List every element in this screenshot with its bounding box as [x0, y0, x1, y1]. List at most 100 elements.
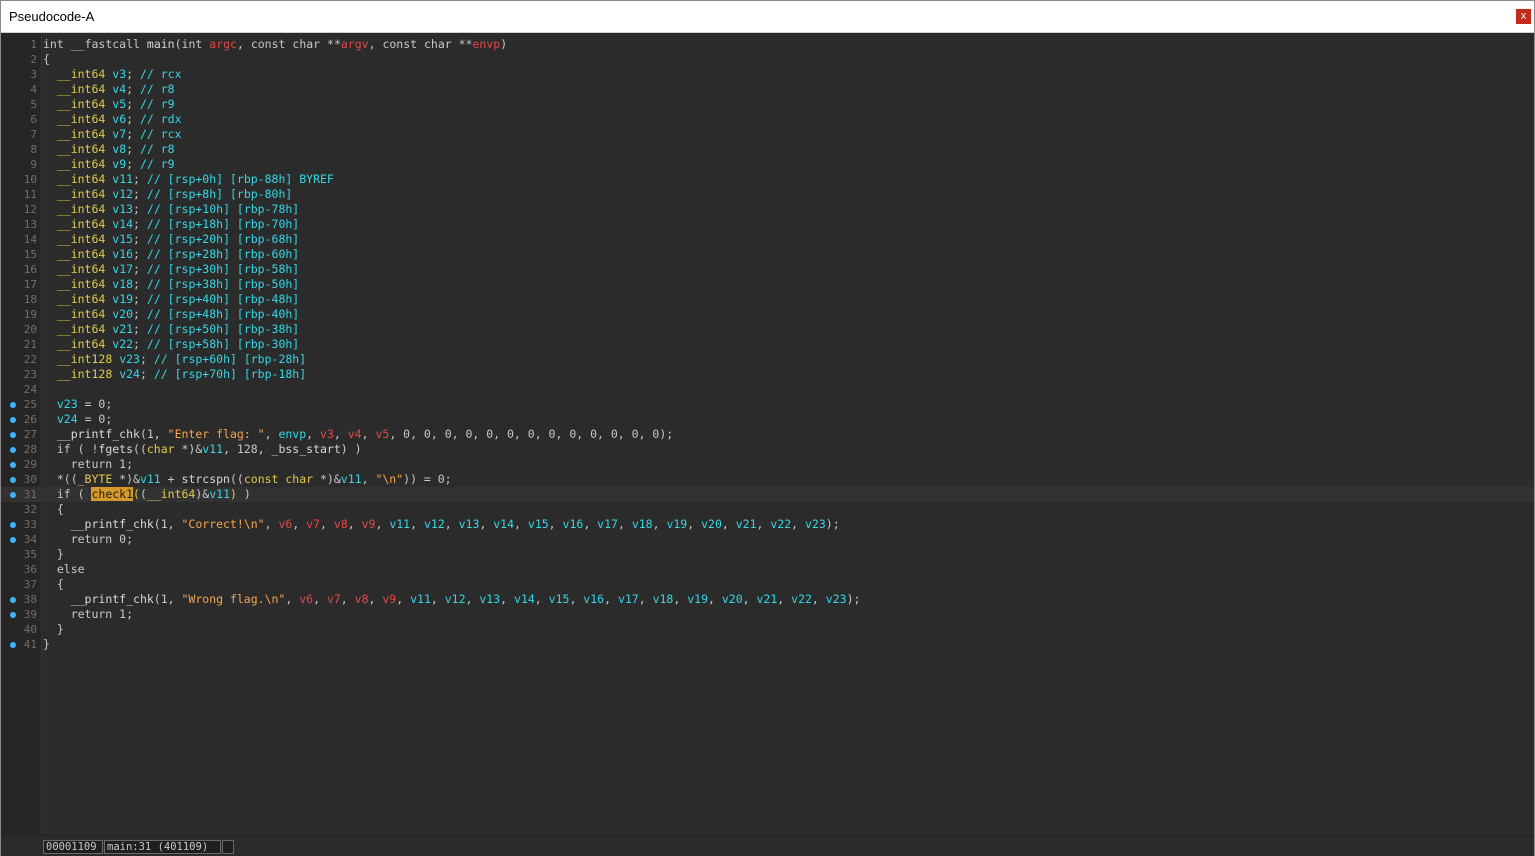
code-token[interactable]: __int64	[57, 67, 105, 81]
line-source[interactable]: __int64 v15; // [rsp+20h] [rbp-68h]	[43, 232, 299, 247]
code-token[interactable]: const	[251, 37, 286, 51]
code-token[interactable]: __printf_chk	[71, 517, 154, 531]
code-token[interactable]: v21	[736, 517, 757, 531]
code-token[interactable]: // [rsp+58h] [rbp-30h]	[147, 337, 299, 351]
code-token[interactable]: // rdx	[140, 112, 182, 126]
code-token[interactable]: __int64	[57, 172, 105, 186]
line-source[interactable]: __int64 v18; // [rsp+38h] [rbp-50h]	[43, 277, 299, 292]
code-token[interactable]: v20	[112, 307, 133, 321]
line-source[interactable]: __int64 v3; // rcx	[43, 67, 182, 82]
code-line[interactable]: 23 __int128 v24; // [rsp+70h] [rbp-18h]	[1, 367, 1534, 382]
code-line[interactable]: 24	[1, 382, 1534, 397]
code-token[interactable]: v20	[722, 592, 743, 606]
code-token[interactable]: fgets	[98, 442, 133, 456]
code-line[interactable]: 36 else	[1, 562, 1534, 577]
code-token[interactable]: // rcx	[140, 67, 182, 81]
code-line[interactable]: 27 __printf_chk(1, "Enter flag: ", envp,…	[1, 427, 1534, 442]
code-token[interactable]: // [rsp+20h] [rbp-68h]	[147, 232, 299, 246]
line-source[interactable]: __int64 v20; // [rsp+48h] [rbp-40h]	[43, 307, 299, 322]
code-token[interactable]: v5	[375, 427, 389, 441]
code-token[interactable]: v20	[701, 517, 722, 531]
code-line[interactable]: 33 __printf_chk(1, "Correct!\n", v6, v7,…	[1, 517, 1534, 532]
line-source[interactable]: if ( check1((__int64)&v11) )	[43, 487, 251, 502]
code-line[interactable]: 11 __int64 v12; // [rsp+8h] [rbp-80h]	[1, 187, 1534, 202]
code-line[interactable]: 7 __int64 v7; // rcx	[1, 127, 1534, 142]
title-bar[interactable]: Pseudocode-A x	[1, 1, 1534, 33]
code-line[interactable]: 14 __int64 v15; // [rsp+20h] [rbp-68h]	[1, 232, 1534, 247]
code-token[interactable]: __int64	[57, 97, 105, 111]
code-line[interactable]: 35 }	[1, 547, 1534, 562]
code-token[interactable]: // r8	[140, 142, 175, 156]
code-line[interactable]: 16 __int64 v17; // [rsp+30h] [rbp-58h]	[1, 262, 1534, 277]
breakpoint-dot-icon[interactable]	[10, 492, 16, 498]
line-source[interactable]: {	[43, 502, 64, 517]
code-token[interactable]: // r9	[140, 97, 175, 111]
breakpoint-dot-icon[interactable]	[10, 417, 16, 423]
code-token[interactable]: v18	[632, 517, 653, 531]
code-token[interactable]: v22	[770, 517, 791, 531]
code-line[interactable]: 4 __int64 v4; // r8	[1, 82, 1534, 97]
code-token[interactable]: const	[382, 37, 417, 51]
code-token[interactable]: v19	[687, 592, 708, 606]
code-token[interactable]: // [rsp+0h] [rbp-88h] BYREF	[147, 172, 334, 186]
line-source[interactable]: {	[43, 577, 64, 592]
code-token[interactable]: // [rsp+70h] [rbp-18h]	[154, 367, 306, 381]
code-token[interactable]: v24	[57, 412, 78, 426]
code-token[interactable]: __int64	[57, 127, 105, 141]
code-line[interactable]: 26 v24 = 0;	[1, 412, 1534, 427]
code-token[interactable]: v6	[112, 112, 126, 126]
code-token[interactable]: __int64	[57, 187, 105, 201]
breakpoint-dot-icon[interactable]	[10, 522, 16, 528]
code-token[interactable]: char	[147, 442, 175, 456]
line-source[interactable]: __int64 v8; // r8	[43, 142, 175, 157]
code-token[interactable]: v9	[382, 592, 396, 606]
code-token[interactable]: v9	[362, 517, 376, 531]
breakpoint-dot-icon[interactable]	[10, 642, 16, 648]
line-source[interactable]: return 1;	[43, 607, 133, 622]
line-source[interactable]: return 0;	[43, 532, 133, 547]
code-token[interactable]: v11	[140, 472, 161, 486]
code-token[interactable]: __printf_chk	[57, 427, 140, 441]
code-token[interactable]: v11	[202, 442, 223, 456]
line-source[interactable]: __int64 v22; // [rsp+58h] [rbp-30h]	[43, 337, 299, 352]
code-token[interactable]: v23	[119, 352, 140, 366]
line-source[interactable]: __int64 v14; // [rsp+18h] [rbp-70h]	[43, 217, 299, 232]
code-token[interactable]: __int64	[57, 322, 105, 336]
code-line[interactable]: 39 return 1;	[1, 607, 1534, 622]
code-token[interactable]: v21	[112, 322, 133, 336]
breakpoint-dot-icon[interactable]	[10, 432, 16, 438]
breakpoint-dot-icon[interactable]	[10, 537, 16, 543]
code-token[interactable]: v14	[493, 517, 514, 531]
code-token[interactable]: "Enter flag: "	[168, 427, 265, 441]
code-token[interactable]: v8	[334, 517, 348, 531]
line-source[interactable]: v24 = 0;	[43, 412, 112, 427]
code-token[interactable]: v23	[57, 397, 78, 411]
code-token[interactable]: __int64	[57, 217, 105, 231]
code-line[interactable]: 1 int __fastcall main(int argc, const cha…	[1, 37, 1534, 52]
code-line[interactable]: 15 __int64 v16; // [rsp+28h] [rbp-60h]	[1, 247, 1534, 262]
code-line[interactable]: 30 *((_BYTE *)&v11 + strcspn((const char…	[1, 472, 1534, 487]
code-token[interactable]: v16	[563, 517, 584, 531]
code-token[interactable]: v22	[112, 337, 133, 351]
code-token[interactable]: v14	[112, 217, 133, 231]
code-token[interactable]: envp	[472, 37, 500, 51]
line-source[interactable]: }	[43, 547, 64, 562]
code-token[interactable]: v19	[112, 292, 133, 306]
breakpoint-dot-icon[interactable]	[10, 447, 16, 453]
code-line[interactable]: 6 __int64 v6; // rdx	[1, 112, 1534, 127]
line-source[interactable]: __int64 v16; // [rsp+28h] [rbp-60h]	[43, 247, 299, 262]
code-token[interactable]: v23	[805, 517, 826, 531]
code-token[interactable]: _bss_start	[272, 442, 341, 456]
code-token[interactable]: v12	[424, 517, 445, 531]
highlighted-identifier[interactable]: check1	[91, 487, 134, 501]
code-token[interactable]: __int64	[57, 232, 105, 246]
line-source[interactable]: {	[43, 52, 50, 67]
code-token[interactable]: __int64	[57, 202, 105, 216]
code-token[interactable]: envp	[278, 427, 306, 441]
line-source[interactable]: __printf_chk(1, "Enter flag: ", envp, v3…	[43, 427, 673, 442]
line-source[interactable]: __int64 v21; // [rsp+50h] [rbp-38h]	[43, 322, 299, 337]
line-source[interactable]: __int64 v19; // [rsp+40h] [rbp-48h]	[43, 292, 299, 307]
code-line[interactable]: 12 __int64 v13; // [rsp+10h] [rbp-78h]	[1, 202, 1534, 217]
code-token[interactable]: __int64	[57, 277, 105, 291]
code-token[interactable]: v11	[341, 472, 362, 486]
